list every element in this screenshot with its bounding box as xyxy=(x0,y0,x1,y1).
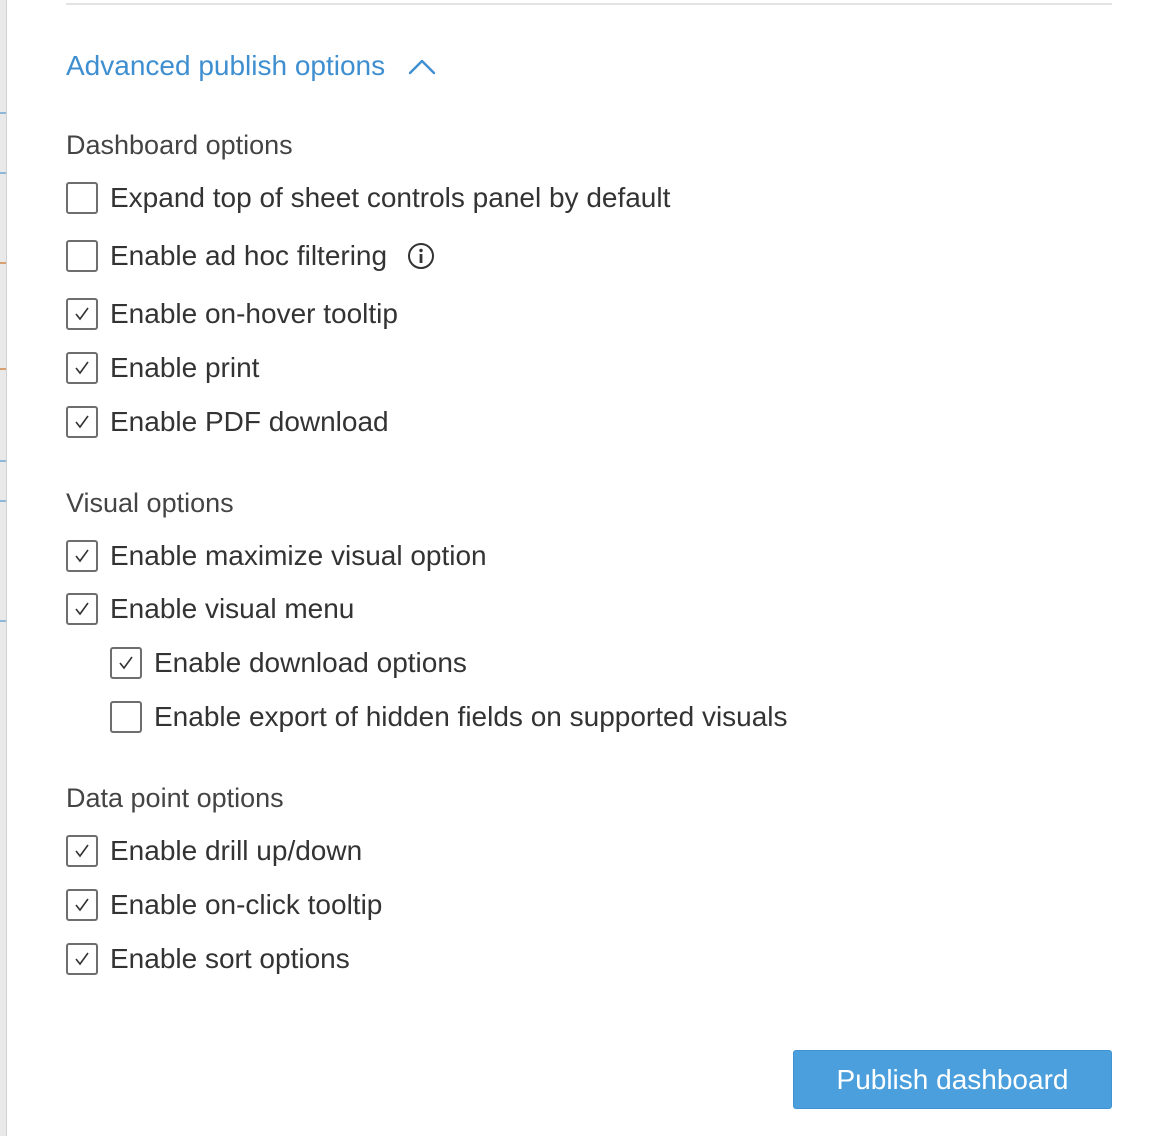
info-icon[interactable] xyxy=(407,242,435,270)
edge-mark xyxy=(0,500,6,502)
divider xyxy=(66,3,1112,5)
option-pdf-download[interactable]: Enable PDF download xyxy=(66,402,389,442)
option-on-hover-tooltip[interactable]: Enable on-hover tooltip xyxy=(66,294,398,334)
checkbox-unchecked[interactable] xyxy=(110,701,142,733)
checkbox-unchecked[interactable] xyxy=(66,182,98,214)
checkbox-checked[interactable] xyxy=(66,835,98,867)
option-download-options[interactable]: Enable download options xyxy=(110,643,467,683)
option-visual-menu[interactable]: Enable visual menu xyxy=(66,589,354,629)
option-label: Enable download options xyxy=(154,647,467,678)
advanced-publish-options-toggle[interactable]: Advanced publish options xyxy=(66,46,437,86)
option-label: Enable on-click tooltip xyxy=(110,889,383,920)
option-label: Expand top of sheet controls panel by de… xyxy=(110,182,671,213)
option-maximize-visual[interactable]: Enable maximize visual option xyxy=(66,536,487,576)
option-label: Enable visual menu xyxy=(110,593,355,624)
edge-mark xyxy=(0,112,6,114)
checkbox-checked[interactable] xyxy=(66,889,98,921)
option-ad-hoc-filtering[interactable]: Enable ad hoc filtering xyxy=(66,236,435,276)
checkbox-checked[interactable] xyxy=(66,593,98,625)
option-label: Enable drill up/down xyxy=(110,835,363,866)
option-label: Enable PDF download xyxy=(110,406,389,437)
option-export-hidden-fields[interactable]: Enable export of hidden fields on suppor… xyxy=(110,697,788,737)
option-enable-print[interactable]: Enable print xyxy=(66,348,259,388)
visual-options-heading: Visual options xyxy=(66,488,234,518)
edge-mark xyxy=(0,262,6,264)
option-drill-up-down[interactable]: Enable drill up/down xyxy=(66,831,362,871)
chevron-up-icon[interactable] xyxy=(407,56,437,76)
checkbox-unchecked[interactable] xyxy=(66,240,98,272)
advanced-publish-options-label: Advanced publish options xyxy=(66,50,386,81)
checkbox-checked[interactable] xyxy=(66,540,98,572)
checkbox-checked[interactable] xyxy=(110,647,142,679)
data-point-options-heading: Data point options xyxy=(66,783,284,813)
option-expand-top-controls[interactable]: Expand top of sheet controls panel by de… xyxy=(66,178,670,218)
option-sort-options[interactable]: Enable sort options xyxy=(66,939,350,979)
edge-mark xyxy=(0,172,6,174)
dashboard-options-heading: Dashboard options xyxy=(66,130,293,160)
background-panel-edge xyxy=(0,0,7,1136)
edge-mark xyxy=(0,460,6,462)
checkbox-checked[interactable] xyxy=(66,943,98,975)
option-label: Enable sort options xyxy=(110,943,350,974)
checkbox-checked[interactable] xyxy=(66,352,98,384)
option-label: Enable maximize visual option xyxy=(110,540,487,571)
publish-dashboard-button[interactable]: Publish dashboard xyxy=(793,1050,1112,1109)
option-label: Enable export of hidden fields on suppor… xyxy=(154,701,788,732)
checkbox-checked[interactable] xyxy=(66,406,98,438)
edge-mark xyxy=(0,620,6,622)
checkbox-checked[interactable] xyxy=(66,298,98,330)
option-label: Enable print xyxy=(110,352,260,383)
option-label: Enable ad hoc filtering xyxy=(110,240,388,271)
option-on-click-tooltip[interactable]: Enable on-click tooltip xyxy=(66,885,382,925)
edge-mark xyxy=(0,368,6,370)
option-label: Enable on-hover tooltip xyxy=(110,298,398,329)
